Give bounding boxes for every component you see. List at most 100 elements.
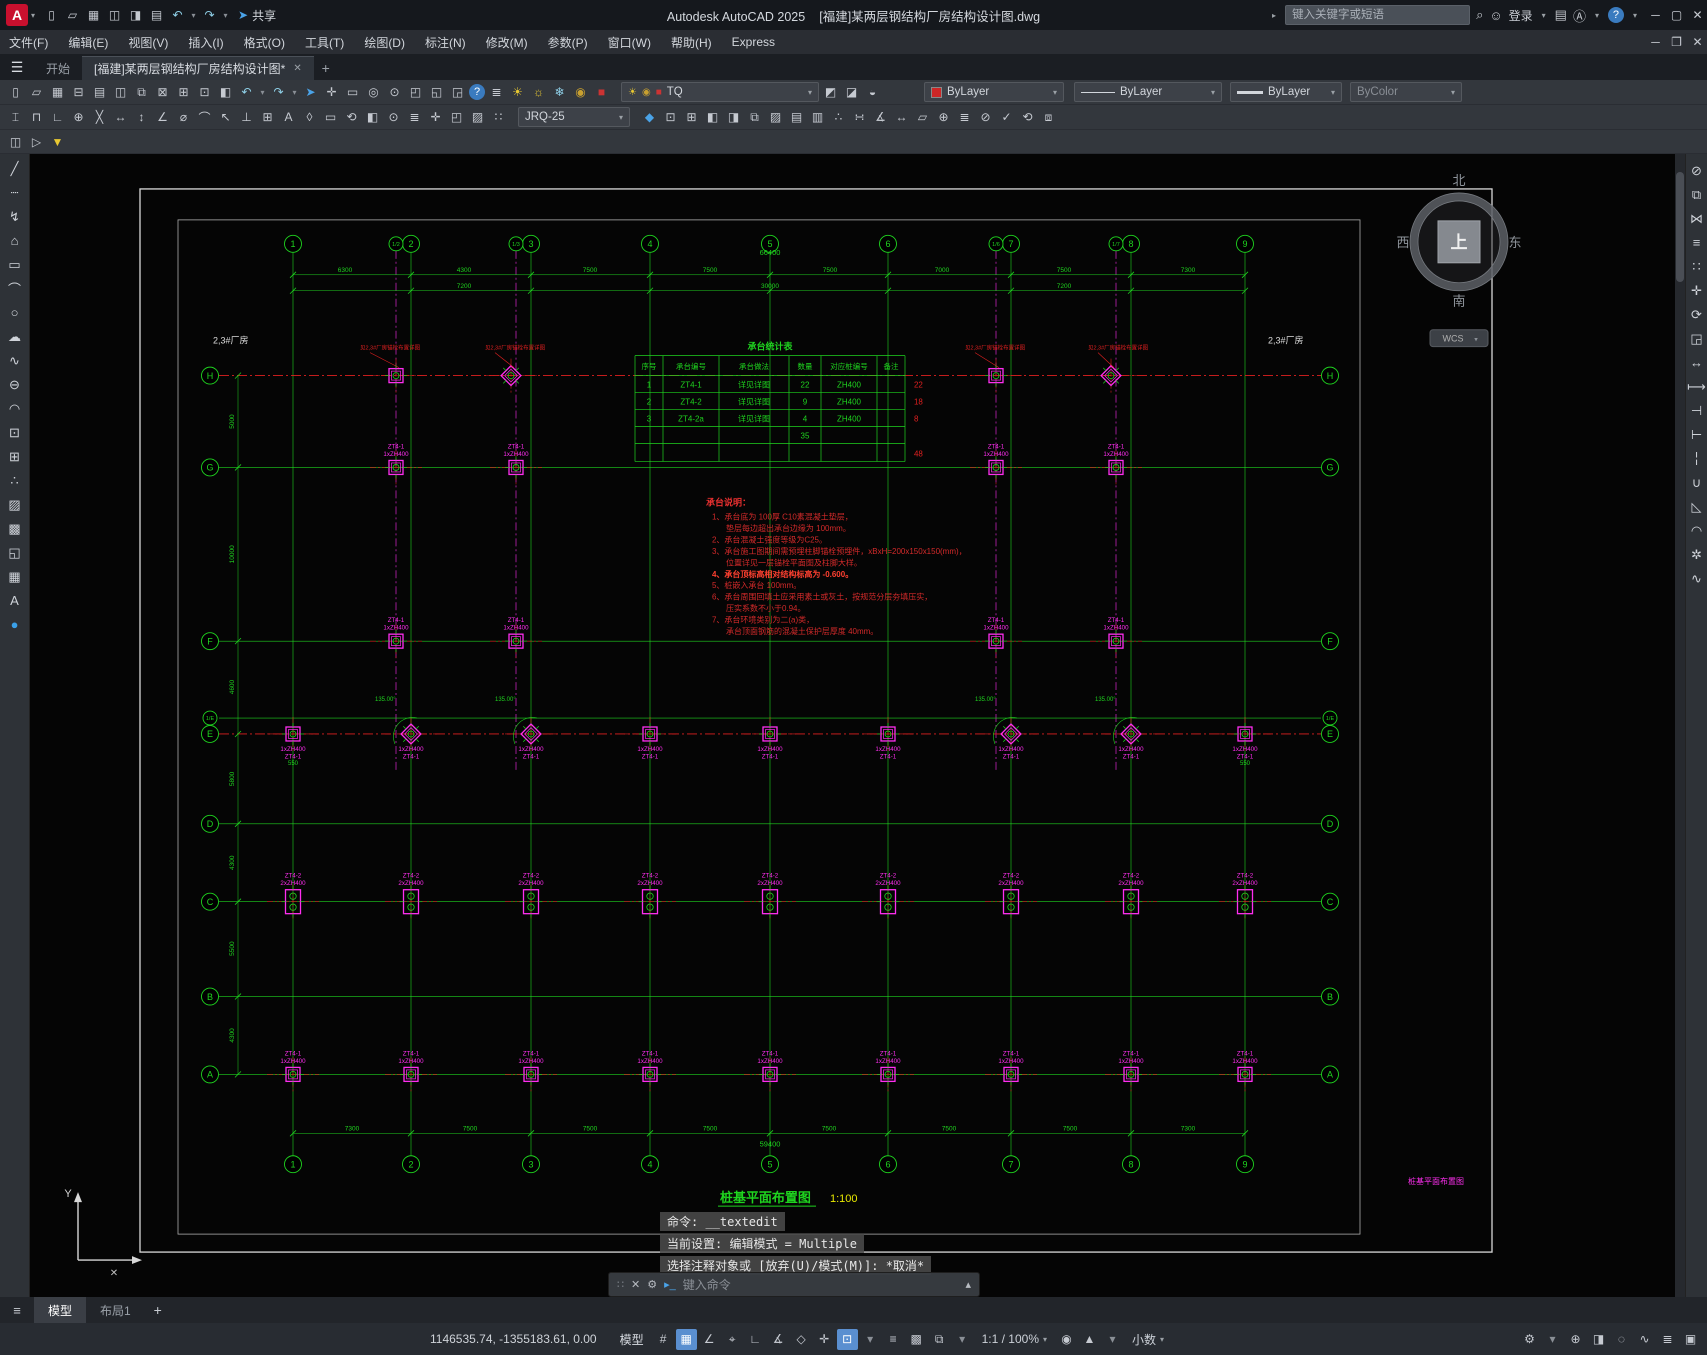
- point-marker-icon[interactable]: ●: [4, 614, 26, 635]
- layer-dropdown[interactable]: ☀ ◉ ■ TQ ▾: [621, 82, 819, 102]
- grid-bubble[interactable]: C: [1321, 892, 1339, 911]
- graphics-performance-icon[interactable]: ∿: [1634, 1329, 1655, 1350]
- polygon-tool-icon[interactable]: ◊: [300, 108, 319, 127]
- statistics-table[interactable]: 承台统计表序号 承台编号 承台做法 数量 对应桩编号 备注 1 ZT4-1 详见详图 22 ZH40…: [634, 341, 923, 462]
- ellipse-icon[interactable]: ⊖: [4, 374, 26, 395]
- pile-cap[interactable]: ZT4-11xZH400: [267, 1050, 319, 1092]
- tab-drawing[interactable]: [福建]某两层钢结构厂房结构设计图* ✕: [82, 56, 314, 80]
- grid-bubble[interactable]: 4: [641, 1155, 659, 1174]
- copy-icon[interactable]: ⧉: [1686, 184, 1707, 205]
- pile-cap[interactable]: 1xZH400ZT4-1: [385, 717, 437, 760]
- grid-bubble[interactable]: E: [1321, 725, 1339, 743]
- pdf-attach-icon[interactable]: ▤: [787, 108, 806, 127]
- command-recent-caret-icon[interactable]: ▴: [965, 1278, 971, 1291]
- pan-icon[interactable]: ✛: [322, 83, 341, 102]
- viewport-scale-button[interactable]: 1:1 / 100% ▾: [976, 1332, 1053, 1346]
- pile-cap[interactable]: 1xZH400ZT4-1: [985, 717, 1037, 760]
- fillet-icon[interactable]: ◠: [1686, 520, 1707, 541]
- grid-bubble[interactable]: 3: [522, 1155, 540, 1174]
- qnew-icon[interactable]: ▯: [6, 83, 25, 102]
- new-drawing-icon[interactable]: ▯: [42, 6, 61, 25]
- grid-bubble[interactable]: 3: [522, 234, 540, 253]
- annotation-visibility-icon[interactable]: ◉: [1056, 1329, 1077, 1350]
- pile-cap[interactable]: ZT4-11xZH400: [385, 1050, 437, 1092]
- menu-item-insert[interactable]: 插入(I): [179, 30, 232, 54]
- list-icon[interactable]: ≣: [955, 108, 974, 127]
- open-web-icon[interactable]: ◫: [105, 6, 124, 25]
- tab-close-icon[interactable]: ✕: [293, 63, 301, 74]
- divide-icon[interactable]: ∺: [850, 108, 869, 127]
- insert-block-icon[interactable]: ⊡: [4, 422, 26, 443]
- leader-icon[interactable]: ↖: [216, 108, 235, 127]
- viewport-named-icon[interactable]: ◱: [427, 83, 446, 102]
- grid-icon[interactable]: #: [653, 1329, 674, 1350]
- customize-icon[interactable]: ≣: [1657, 1329, 1678, 1350]
- menu-item-file[interactable]: 文件(F): [0, 30, 57, 54]
- menu-item-tools[interactable]: 工具(T): [296, 30, 353, 54]
- table-icon[interactable]: ▦: [4, 566, 26, 587]
- grid-bubble[interactable]: 1/E: [1322, 710, 1338, 726]
- undo-caret-icon[interactable]: ▾: [258, 83, 267, 102]
- grid-bubble[interactable]: 1: [284, 1155, 302, 1174]
- plot-preview-icon[interactable]: ◫: [111, 83, 130, 102]
- selection-cycling-icon[interactable]: ⧉: [929, 1329, 950, 1350]
- quick-properties-icon[interactable]: ◨: [1588, 1329, 1609, 1350]
- rotate-icon[interactable]: ⟳: [1686, 304, 1707, 325]
- move-icon[interactable]: ✛: [1686, 280, 1707, 301]
- model-space-button[interactable]: 模型: [614, 1331, 650, 1348]
- grid-bubble[interactable]: D: [201, 814, 219, 833]
- command-close-icon[interactable]: ✕: [631, 1278, 640, 1291]
- make-block-icon[interactable]: ⊞: [4, 446, 26, 467]
- viewport-tool-icon[interactable]: ◰: [447, 108, 466, 127]
- isolate-objects-icon[interactable]: ◌: [1611, 1329, 1632, 1350]
- viewport-join-icon[interactable]: ◲: [448, 83, 467, 102]
- steel-column-icon[interactable]: ⊓: [27, 108, 46, 127]
- search-history-caret-icon[interactable]: ▸: [1269, 11, 1279, 20]
- redo-caret-icon[interactable]: ▾: [221, 6, 230, 25]
- erase-icon[interactable]: ⊘: [1686, 160, 1707, 181]
- linetype-dropdown[interactable]: ByLayer ▾: [1074, 82, 1222, 102]
- search-icon[interactable]: ⌕: [1476, 7, 1483, 23]
- grid-bubble[interactable]: 2: [402, 234, 420, 253]
- paper-frame[interactable]: [139, 188, 1493, 1253]
- access-caret-icon[interactable]: ▾: [1592, 11, 1602, 20]
- vertical-scrollbar[interactable]: [1675, 154, 1685, 1297]
- polyline-icon[interactable]: ↯: [4, 206, 26, 227]
- dim-arc-icon[interactable]: ⌒: [195, 108, 214, 127]
- edit-block-icon[interactable]: ◧: [703, 108, 722, 127]
- mtext-icon[interactable]: A: [279, 108, 298, 127]
- pile-cap[interactable]: ZT4-11xZH400: [1105, 1050, 1157, 1092]
- help-icon[interactable]: ?: [1607, 7, 1624, 23]
- redo-caret-icon[interactable]: ▾: [290, 83, 299, 102]
- menu-item-edit[interactable]: 编辑(E): [59, 30, 117, 54]
- annotation-autoscale-icon[interactable]: ▲: [1079, 1329, 1100, 1350]
- plot-icon[interactable]: ▤: [147, 6, 166, 25]
- paste-clip-icon[interactable]: ⊡: [195, 83, 214, 102]
- menu-item-draw[interactable]: 绘图(D): [355, 30, 414, 54]
- offset-icon[interactable]: ≡: [1686, 232, 1707, 253]
- doc-minimize-icon[interactable]: ─: [1646, 33, 1665, 52]
- saveas-icon[interactable]: ⊟: [69, 83, 88, 102]
- share-view-icon[interactable]: ➤: [301, 83, 320, 102]
- image-attach-icon[interactable]: ▨: [766, 108, 785, 127]
- table-icon[interactable]: ⊞: [258, 108, 277, 127]
- lineweight-dropdown[interactable]: ByLayer ▾: [1230, 82, 1342, 102]
- rectangle-icon[interactable]: ▭: [4, 254, 26, 275]
- grid-bubble[interactable]: F: [1321, 632, 1339, 651]
- animation-icon[interactable]: ▷: [27, 132, 46, 151]
- rotate-tool-icon[interactable]: ⟲: [342, 108, 361, 127]
- text-style-dropdown[interactable]: JRQ-25 ▾: [518, 107, 630, 127]
- grid-bubble[interactable]: D: [1321, 814, 1339, 833]
- layer-on-icon[interactable]: ☀: [508, 83, 527, 102]
- model-tab[interactable]: 模型: [34, 1297, 87, 1323]
- move-tool-icon[interactable]: ✛: [426, 108, 445, 127]
- circle-tool-icon[interactable]: ⊙: [384, 108, 403, 127]
- purge-icon[interactable]: ⊘: [976, 108, 995, 127]
- region-icon[interactable]: ◱: [4, 542, 26, 563]
- rectangle-tool-icon[interactable]: ▭: [321, 108, 340, 127]
- write-block-icon[interactable]: ◨: [724, 108, 743, 127]
- undo-icon[interactable]: ↶: [168, 6, 187, 25]
- xref-attach-icon[interactable]: ⧉: [745, 108, 764, 127]
- grid-bubble[interactable]: 1: [284, 234, 302, 253]
- layout1-tab[interactable]: 布局1: [86, 1297, 145, 1323]
